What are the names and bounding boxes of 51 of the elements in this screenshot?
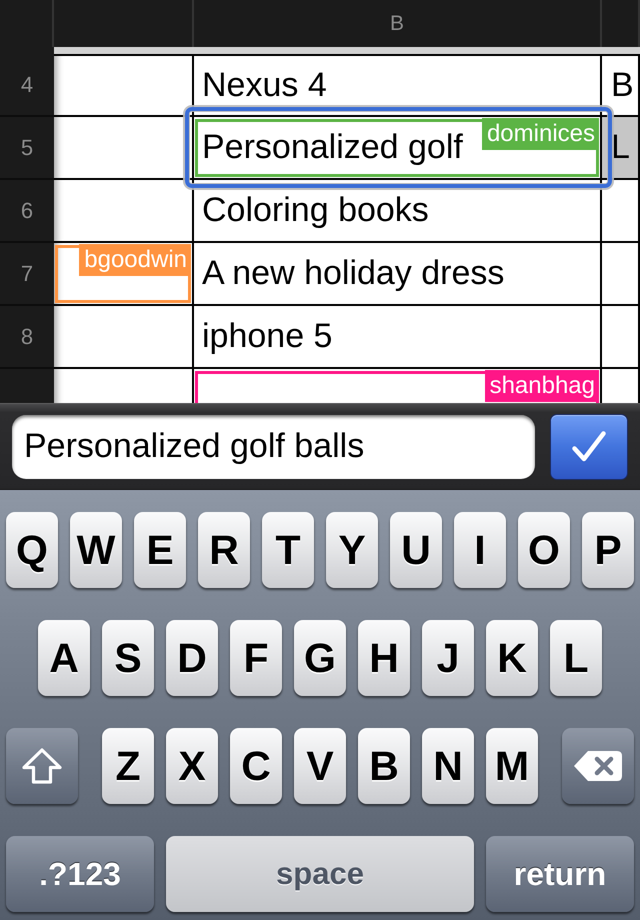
letter-key[interactable]: G: [294, 620, 346, 696]
table-cell[interactable]: [602, 306, 640, 369]
table-cell[interactable]: [54, 306, 194, 369]
letter-key[interactable]: C: [230, 728, 282, 804]
table-cell[interactable]: shanbhag: [194, 369, 602, 403]
collaborator-label: shanbhag: [484, 370, 599, 402]
letter-key[interactable]: N: [422, 728, 474, 804]
table-cell[interactable]: iphone 5: [194, 306, 602, 369]
shift-icon: [22, 748, 62, 784]
letter-key[interactable]: X: [166, 728, 218, 804]
letter-key[interactable]: H: [358, 620, 410, 696]
table-cell[interactable]: [54, 180, 194, 243]
letter-key[interactable]: K: [486, 620, 538, 696]
letter-key[interactable]: S: [102, 620, 154, 696]
letter-key[interactable]: L: [550, 620, 602, 696]
letter-key[interactable]: B: [358, 728, 410, 804]
letter-key[interactable]: V: [294, 728, 346, 804]
table-cell[interactable]: [54, 117, 194, 180]
letter-key[interactable]: F: [230, 620, 282, 696]
backspace-icon: [573, 749, 623, 783]
confirm-button[interactable]: [550, 414, 628, 480]
shift-key[interactable]: [6, 728, 78, 804]
table-cell[interactable]: [54, 54, 194, 117]
letter-key[interactable]: O: [518, 512, 570, 588]
table-cell[interactable]: B: [602, 54, 640, 117]
numbers-key[interactable]: .?123: [6, 836, 154, 912]
letter-key[interactable]: M: [486, 728, 538, 804]
cell-edit-field[interactable]: Personalized golf balls: [12, 414, 535, 478]
letter-key[interactable]: I: [454, 512, 506, 588]
letter-key[interactable]: J: [422, 620, 474, 696]
letter-key[interactable]: A: [38, 620, 90, 696]
letter-key[interactable]: E: [134, 512, 186, 588]
collaborator-label: dominices: [482, 118, 599, 150]
letter-key[interactable]: Z: [102, 728, 154, 804]
letter-key[interactable]: Y: [326, 512, 378, 588]
return-key[interactable]: return: [486, 836, 634, 912]
letter-key[interactable]: D: [166, 620, 218, 696]
table-cell[interactable]: A new holiday dress: [194, 243, 602, 306]
backspace-key[interactable]: [562, 728, 634, 804]
letter-key[interactable]: T: [262, 512, 314, 588]
table-cell[interactable]: [602, 243, 640, 306]
selected-cell[interactable]: Personalized golf dominices: [185, 107, 612, 188]
letter-key[interactable]: W: [70, 512, 122, 588]
table-cell[interactable]: [602, 180, 640, 243]
letter-key[interactable]: P: [582, 512, 634, 588]
letter-key[interactable]: R: [198, 512, 250, 588]
collaborator-label: bgoodwin: [79, 244, 191, 276]
checkmark-icon: [572, 431, 606, 462]
letter-key[interactable]: U: [390, 512, 442, 588]
letter-key[interactable]: Q: [6, 512, 58, 588]
space-bar[interactable]: space: [166, 836, 474, 912]
